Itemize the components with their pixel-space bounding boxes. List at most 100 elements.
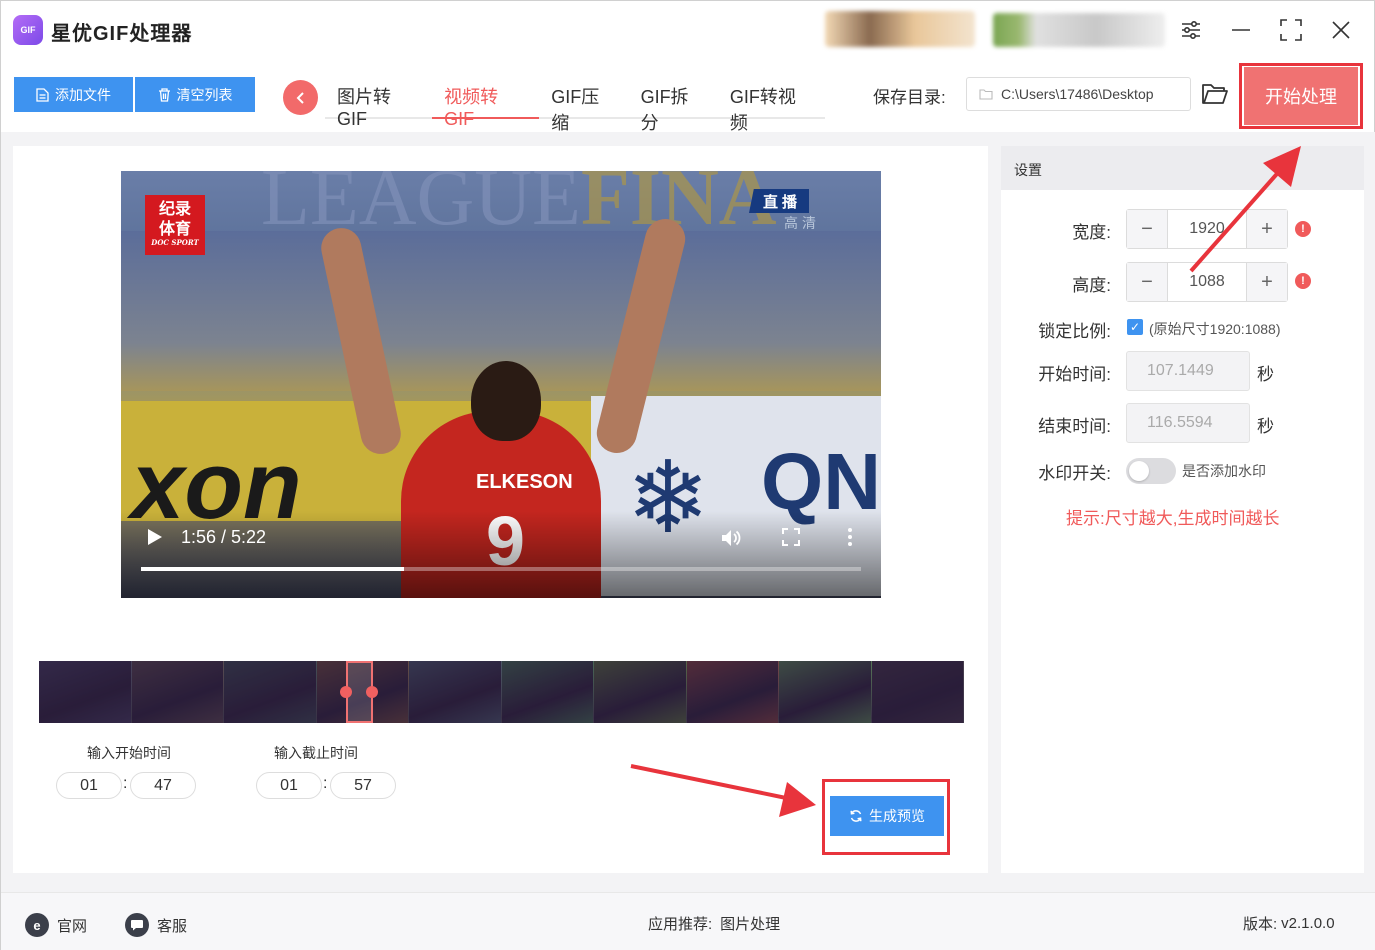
lock-ratio-description: (原始尺寸1920:1088): [1149, 321, 1281, 337]
clear-list-button[interactable]: 清空列表: [135, 77, 255, 112]
video-player[interactable]: LEAGUE FINA xon ❄ QN ELKESON 9 纪录 体育 DOC…: [121, 171, 881, 598]
tab-gif-split[interactable]: GIF拆分: [629, 71, 718, 133]
timeline-thumbnail: [594, 661, 687, 723]
generate-preview-label: 生成预览: [869, 808, 925, 824]
timeline-thumbnail: [779, 661, 872, 723]
warning-icon: !: [1295, 221, 1311, 237]
settings-header: 设置: [1001, 146, 1364, 190]
timeline-thumbnail: [39, 661, 132, 723]
close-icon[interactable]: [1326, 15, 1356, 45]
range-handle-right[interactable]: [366, 686, 378, 698]
title-bar: GIF 星优GIF处理器: [1, 1, 1375, 61]
app-window: GIF 星优GIF处理器 添加文件 清空列表 图片转GIF 视频转GIF GIF…: [0, 0, 1375, 950]
watermark-toggle-knob: [1129, 461, 1149, 481]
chat-bubble-icon: [125, 913, 149, 937]
channel-logo-line1: 纪录: [158, 199, 191, 218]
volume-icon[interactable]: [719, 526, 743, 550]
warning-icon: !: [1295, 273, 1311, 289]
recommend-link[interactable]: 图片处理: [720, 913, 780, 934]
video-progress-bar[interactable]: [141, 567, 861, 571]
recommend-label: 应用推荐:: [648, 916, 713, 933]
range-handle-left[interactable]: [340, 686, 352, 698]
watermark-toggle[interactable]: [1126, 458, 1176, 484]
end-time-field[interactable]: 116.5594: [1126, 403, 1250, 443]
height-decrement-button[interactable]: −: [1127, 263, 1167, 301]
height-stepper: − 1088 +: [1126, 262, 1288, 302]
save-dir-field[interactable]: C:\Users\17486\Desktop: [966, 77, 1191, 111]
version-info: 版本: v2.1.0.0: [1243, 913, 1335, 934]
channel-logo-line2: 体育: [158, 219, 191, 238]
save-dir-path: C:\Users\17486\Desktop: [1001, 86, 1154, 102]
jersey-name: ELKESON: [476, 471, 573, 493]
watermark-label: 水印开关:: [1038, 464, 1111, 483]
app-title: 星优GIF处理器: [51, 23, 193, 45]
width-label: 宽度:: [1072, 223, 1111, 242]
live-tag: 直播: [749, 189, 810, 213]
sliders-icon[interactable]: [1176, 15, 1206, 45]
channel-logo-sub: DOC SPORT: [151, 238, 199, 247]
video-progress-fill: [141, 567, 404, 571]
open-folder-icon[interactable]: [1201, 81, 1229, 109]
website-label: 官网: [57, 917, 88, 935]
timeline-thumbnail: [501, 661, 594, 723]
width-stepper: − 1920 +: [1126, 209, 1288, 249]
tab-gif-to-video[interactable]: GIF转视频: [718, 71, 825, 133]
width-value-input[interactable]: 1920: [1167, 210, 1247, 248]
height-increment-button[interactable]: +: [1247, 263, 1287, 301]
start-second-input[interactable]: 47: [130, 772, 196, 799]
fullscreen-icon[interactable]: [781, 527, 801, 547]
width-decrement-button[interactable]: −: [1127, 210, 1167, 248]
chevron-left-icon: [296, 91, 304, 104]
start-time-colon: :: [123, 775, 128, 792]
more-vertical-icon[interactable]: [845, 525, 855, 549]
video-time-display: 1:56 / 5:22: [181, 527, 267, 547]
start-time-unit: 秒: [1257, 365, 1274, 384]
end-second-input[interactable]: 57: [330, 772, 396, 799]
watermark-description: 是否添加水印: [1182, 463, 1266, 479]
website-link[interactable]: e 官网: [25, 913, 87, 937]
play-icon[interactable]: [143, 526, 165, 548]
clear-list-label: 清空列表: [176, 86, 233, 103]
tab-image-to-gif[interactable]: 图片转GIF: [325, 71, 432, 129]
add-file-label: 添加文件: [55, 86, 111, 103]
height-value-input[interactable]: 1088: [1167, 263, 1247, 301]
start-processing-button[interactable]: 开始处理: [1244, 67, 1358, 125]
customer-service-label: 客服: [157, 917, 188, 935]
video-league-text: LEAGUE: [261, 171, 581, 242]
width-increment-button[interactable]: +: [1247, 210, 1287, 248]
lock-ratio-checkbox[interactable]: ✓: [1127, 319, 1143, 335]
end-time-setting-label: 结束时间:: [1038, 417, 1111, 436]
timeline-thumbnail: [686, 661, 779, 723]
app-recommendation: 应用推荐: 图片处理: [648, 913, 780, 934]
browser-icon: e: [25, 913, 49, 937]
tab-gif-compress[interactable]: GIF压缩: [539, 71, 628, 133]
end-time-colon: :: [323, 775, 328, 792]
end-minute-input[interactable]: 01: [256, 772, 322, 799]
app-logo-icon: GIF: [13, 15, 43, 45]
minimize-icon[interactable]: [1226, 15, 1256, 45]
maximize-icon[interactable]: [1276, 15, 1306, 45]
document-icon: [36, 87, 49, 102]
height-label: 高度:: [1072, 276, 1111, 295]
timeline-thumbnail: [224, 661, 317, 723]
start-time-field[interactable]: 107.1449: [1126, 351, 1250, 391]
timeline-thumbnail: [131, 661, 224, 723]
tab-video-to-gif[interactable]: 视频转GIF: [432, 71, 540, 129]
start-time-setting-label: 开始时间:: [1038, 365, 1111, 384]
refresh-icon: [850, 810, 862, 822]
user-avatar-blurred: [825, 11, 975, 47]
back-button[interactable]: [283, 80, 318, 115]
size-hint: 提示:尺寸越大,生成时间越长: [1066, 509, 1280, 528]
start-minute-input[interactable]: 01: [56, 772, 122, 799]
channel-logo: 纪录 体育 DOC SPORT: [145, 195, 205, 255]
player-head: [471, 361, 541, 441]
add-file-button[interactable]: 添加文件: [14, 77, 133, 112]
save-dir-label: 保存目录:: [873, 88, 946, 107]
timeline-strip[interactable]: [39, 661, 964, 723]
generate-preview-button[interactable]: 生成预览: [830, 796, 944, 836]
end-time-label: 输入截止时间: [274, 745, 358, 761]
version-value: v2.1.0.0: [1281, 915, 1335, 932]
trash-icon: [158, 87, 170, 102]
end-time-unit: 秒: [1257, 417, 1274, 436]
customer-service-link[interactable]: 客服: [125, 913, 187, 937]
